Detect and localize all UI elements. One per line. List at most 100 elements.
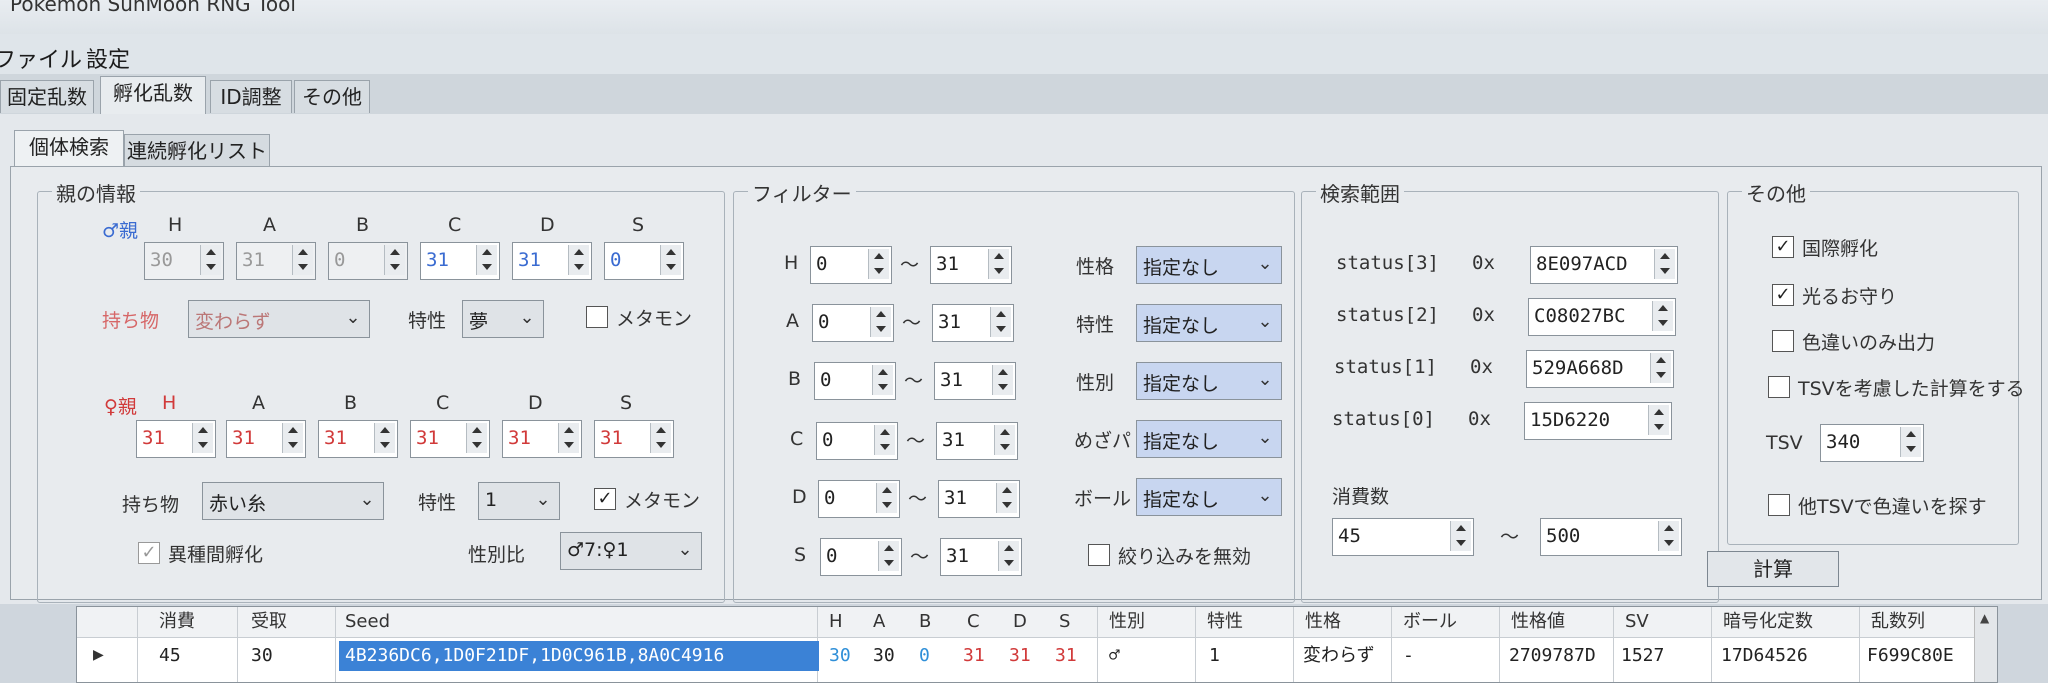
male-item-select[interactable]: 変わらず ⌄ [188,300,370,338]
filter-d-min[interactable]: 0 [818,480,900,518]
female-stat-header-d: D [528,392,543,414]
col-consumption[interactable]: 消費 [159,607,195,637]
col-a[interactable]: A [873,607,885,637]
cell-d: 31 [1009,645,1031,666]
tsv-calc-checkbox[interactable] [1768,376,1790,398]
search-range-title: 検索範囲 [1316,178,1404,207]
col-nature[interactable]: 性格 [1305,607,1341,637]
gender-ratio-select[interactable]: ♂7:♀1 ⌄ [560,532,702,570]
cross-species-checkbox[interactable]: ✓ [138,542,160,564]
tab-id-adjust[interactable]: ID調整 [210,80,292,113]
tilde: ～ [1500,526,1520,548]
filter-s-max[interactable]: 31 [940,538,1022,576]
other-tsv-checkbox[interactable] [1768,494,1790,516]
shiny-only-checkbox[interactable] [1772,330,1794,352]
results-grid: 消費 受取 Seed H A B C D S 性別 特性 性格 ボール 性格値 … [76,606,1998,683]
chevron-down-icon: ⌄ [535,489,551,510]
filter-h-max[interactable]: 31 [930,246,1012,284]
col-seed[interactable]: Seed [345,607,390,637]
chevron-down-icon: ⌄ [677,539,693,560]
shiny-charm-checkbox[interactable]: ✓ [1772,284,1794,306]
filter-d-max[interactable]: 31 [938,480,1020,518]
scroll-up-icon[interactable]: ▲ [1980,611,1989,625]
nature-select[interactable]: 指定なし ⌄ [1136,246,1282,284]
female-ditto-checkbox[interactable]: ✓ [594,488,616,510]
male-iv-a[interactable]: 31 [236,242,316,280]
female-iv-h[interactable]: 31 [136,420,216,458]
chevron-down-icon: ⌄ [1257,369,1273,390]
filter-a-max[interactable]: 31 [932,304,1014,342]
col-gender[interactable]: 性別 [1109,607,1145,637]
calculate-button[interactable]: 計算 [1707,551,1839,587]
col-received[interactable]: 受取 [251,607,287,637]
tab-fixed-rng[interactable]: 固定乱数 [0,80,94,113]
subtab-egg-list[interactable]: 連続孵化リスト [124,134,270,167]
intl-breeding-checkbox[interactable]: ✓ [1772,236,1794,258]
status0-input[interactable]: 15D6220 [1524,402,1672,440]
female-item-select[interactable]: 赤い糸 ⌄ [202,482,384,520]
male-iv-h[interactable]: 30 [144,242,224,280]
subtab-individual-search[interactable]: 個体検索 [14,130,124,167]
chevron-down-icon: ⌄ [1257,427,1273,448]
filter-h-min[interactable]: 0 [810,246,892,284]
disable-filter-checkbox[interactable] [1088,544,1110,566]
col-b[interactable]: B [919,607,931,637]
col-ability[interactable]: 特性 [1207,607,1243,637]
status2-input[interactable]: C08027BC [1528,298,1676,336]
tab-egg-rng[interactable]: 孵化乱数 [100,76,206,115]
ball-select[interactable]: 指定なし ⌄ [1136,478,1282,516]
consumption-min-input[interactable]: 45 [1332,518,1474,556]
filter-b-max[interactable]: 31 [934,362,1016,400]
male-ditto-checkbox[interactable] [586,306,608,328]
tab-other[interactable]: その他 [294,80,370,113]
female-iv-d[interactable]: 31 [502,420,582,458]
menu-file[interactable]: ファイル [0,42,82,74]
col-h[interactable]: H [829,607,843,637]
tsv-input[interactable]: 340 [1820,424,1924,462]
male-iv-c[interactable]: 31 [420,242,500,280]
filter-c-min[interactable]: 0 [816,422,898,460]
female-ability-select[interactable]: 1 ⌄ [478,482,560,520]
cell-received: 30 [251,645,273,666]
filter-c-max[interactable]: 31 [936,422,1018,460]
male-ability-select[interactable]: 夢 ⌄ [462,300,544,338]
hex-prefix: 0x [1470,356,1493,378]
col-pid[interactable]: 性格値 [1511,607,1565,637]
filter-b-min[interactable]: 0 [814,362,896,400]
status3-input[interactable]: 8E097ACD [1530,246,1678,284]
gender-select[interactable]: 指定なし ⌄ [1136,362,1282,400]
ability-select[interactable]: 指定なし ⌄ [1136,304,1282,342]
female-iv-s[interactable]: 31 [594,420,674,458]
menu-settings[interactable]: 設定 [86,42,130,74]
female-iv-b[interactable]: 31 [318,420,398,458]
filter-a-min[interactable]: 0 [812,304,894,342]
table-row[interactable]: ▶ 45 30 4B236DC6,1D0F21DF,1D0C961B,8A0C4… [77,639,1975,673]
status1-input[interactable]: 529A668D [1526,350,1674,388]
window-title: Pokemon SunMoon RNG Tool [10,0,296,16]
col-encryption[interactable]: 暗号化定数 [1723,607,1813,637]
col-c[interactable]: C [967,607,980,637]
col-s[interactable]: S [1059,607,1070,637]
hex-prefix: 0x [1472,252,1495,274]
cell-seed[interactable]: 4B236DC6,1D0F21DF,1D0C961B,8A0C4916 [339,641,819,671]
male-iv-d[interactable]: 31 [512,242,592,280]
col-sv[interactable]: SV [1625,607,1649,637]
filter-s-min[interactable]: 0 [820,538,902,576]
male-iv-s[interactable]: 0 [604,242,684,280]
status3-label: status[3] [1336,252,1439,274]
status0-label: status[0] [1332,408,1435,430]
male-iv-b[interactable]: 0 [328,242,408,280]
col-d[interactable]: D [1013,607,1027,637]
hidden-power-select[interactable]: 指定なし ⌄ [1136,420,1282,458]
stat-header-d: D [540,214,555,236]
female-iv-a[interactable]: 31 [226,420,306,458]
col-ball[interactable]: ボール [1403,607,1457,637]
stat-header-a: A [263,214,276,236]
row-pointer-icon: ▶ [93,647,104,663]
vertical-scrollbar[interactable]: ▲ [1974,607,1997,682]
tsv-label: TSV [1766,432,1803,454]
stat-header-s: S [632,214,645,236]
consumption-max-input[interactable]: 500 [1540,518,1682,556]
female-iv-c[interactable]: 31 [410,420,490,458]
col-rng-sequence[interactable]: 乱数列 [1871,607,1925,637]
